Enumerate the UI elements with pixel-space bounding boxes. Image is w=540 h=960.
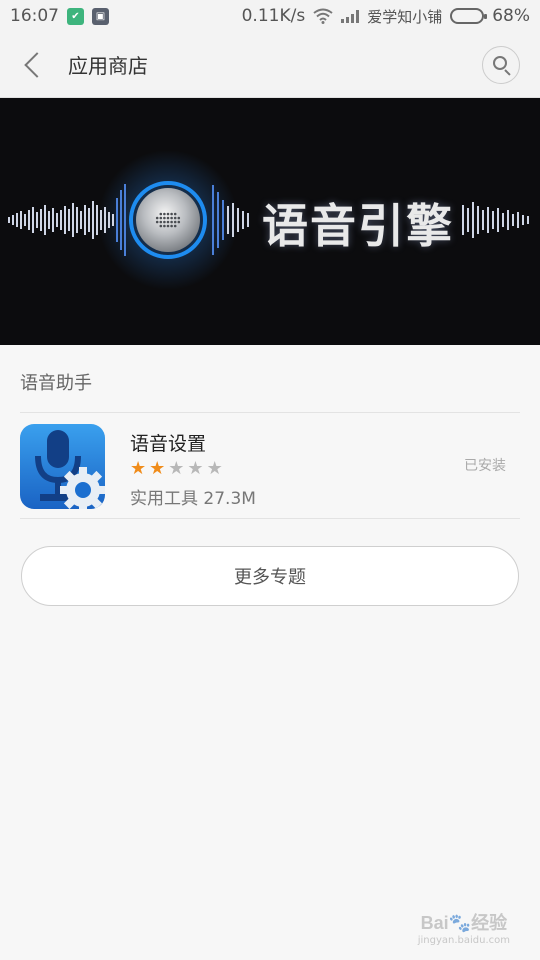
signal-icon	[341, 9, 360, 23]
star-filled-icon: ★	[149, 458, 169, 479]
star-empty-icon: ★	[168, 458, 188, 479]
banner-title: 语音引擎	[262, 199, 454, 253]
clock: 16:07	[10, 6, 59, 26]
search-button[interactable]	[482, 45, 520, 84]
carrier-name: 爱学知小铺	[367, 7, 443, 26]
battery-icon	[450, 8, 488, 24]
star-empty-icon: ★	[187, 458, 207, 479]
voice-settings-app-icon	[20, 424, 105, 509]
net-speed: 0.11K/s	[241, 6, 306, 26]
promo-banner[interactable]: 语音引擎	[0, 98, 540, 345]
app-name: 语音设置	[130, 433, 207, 455]
wifi-icon	[313, 8, 333, 24]
back-arrow-icon[interactable]	[24, 51, 50, 78]
app-category-size: 实用工具 27.3M	[130, 489, 256, 509]
divider	[20, 518, 520, 519]
topic-section: 语音助手 语音设置 ★★★★★ 实用工具 27.3M 已安装	[0, 345, 540, 519]
app-notification-icon: ▣	[92, 7, 109, 25]
app-list-item[interactable]: 语音设置 ★★★★★ 实用工具 27.3M 已安装	[0, 413, 540, 519]
rating-stars: ★★★★★	[130, 458, 226, 479]
shield-icon: ✔	[67, 7, 84, 25]
more-topics-button[interactable]: 更多专题	[21, 546, 519, 606]
installed-status[interactable]: 已安装	[464, 455, 506, 475]
star-empty-icon: ★	[206, 458, 226, 479]
status-bar: 16:07 ✔ ▣ 0.11K/s 爱学知小铺 68%	[0, 0, 540, 32]
app-header: 应用商店	[0, 32, 540, 98]
battery-percent: 68%	[492, 6, 530, 26]
watermark-logo: Bai🐾经验 jingyan.baidu.com	[417, 913, 510, 946]
section-title: 语音助手	[20, 373, 92, 394]
star-filled-icon: ★	[130, 458, 150, 479]
search-icon	[493, 55, 507, 70]
page-title: 应用商店	[68, 54, 148, 78]
